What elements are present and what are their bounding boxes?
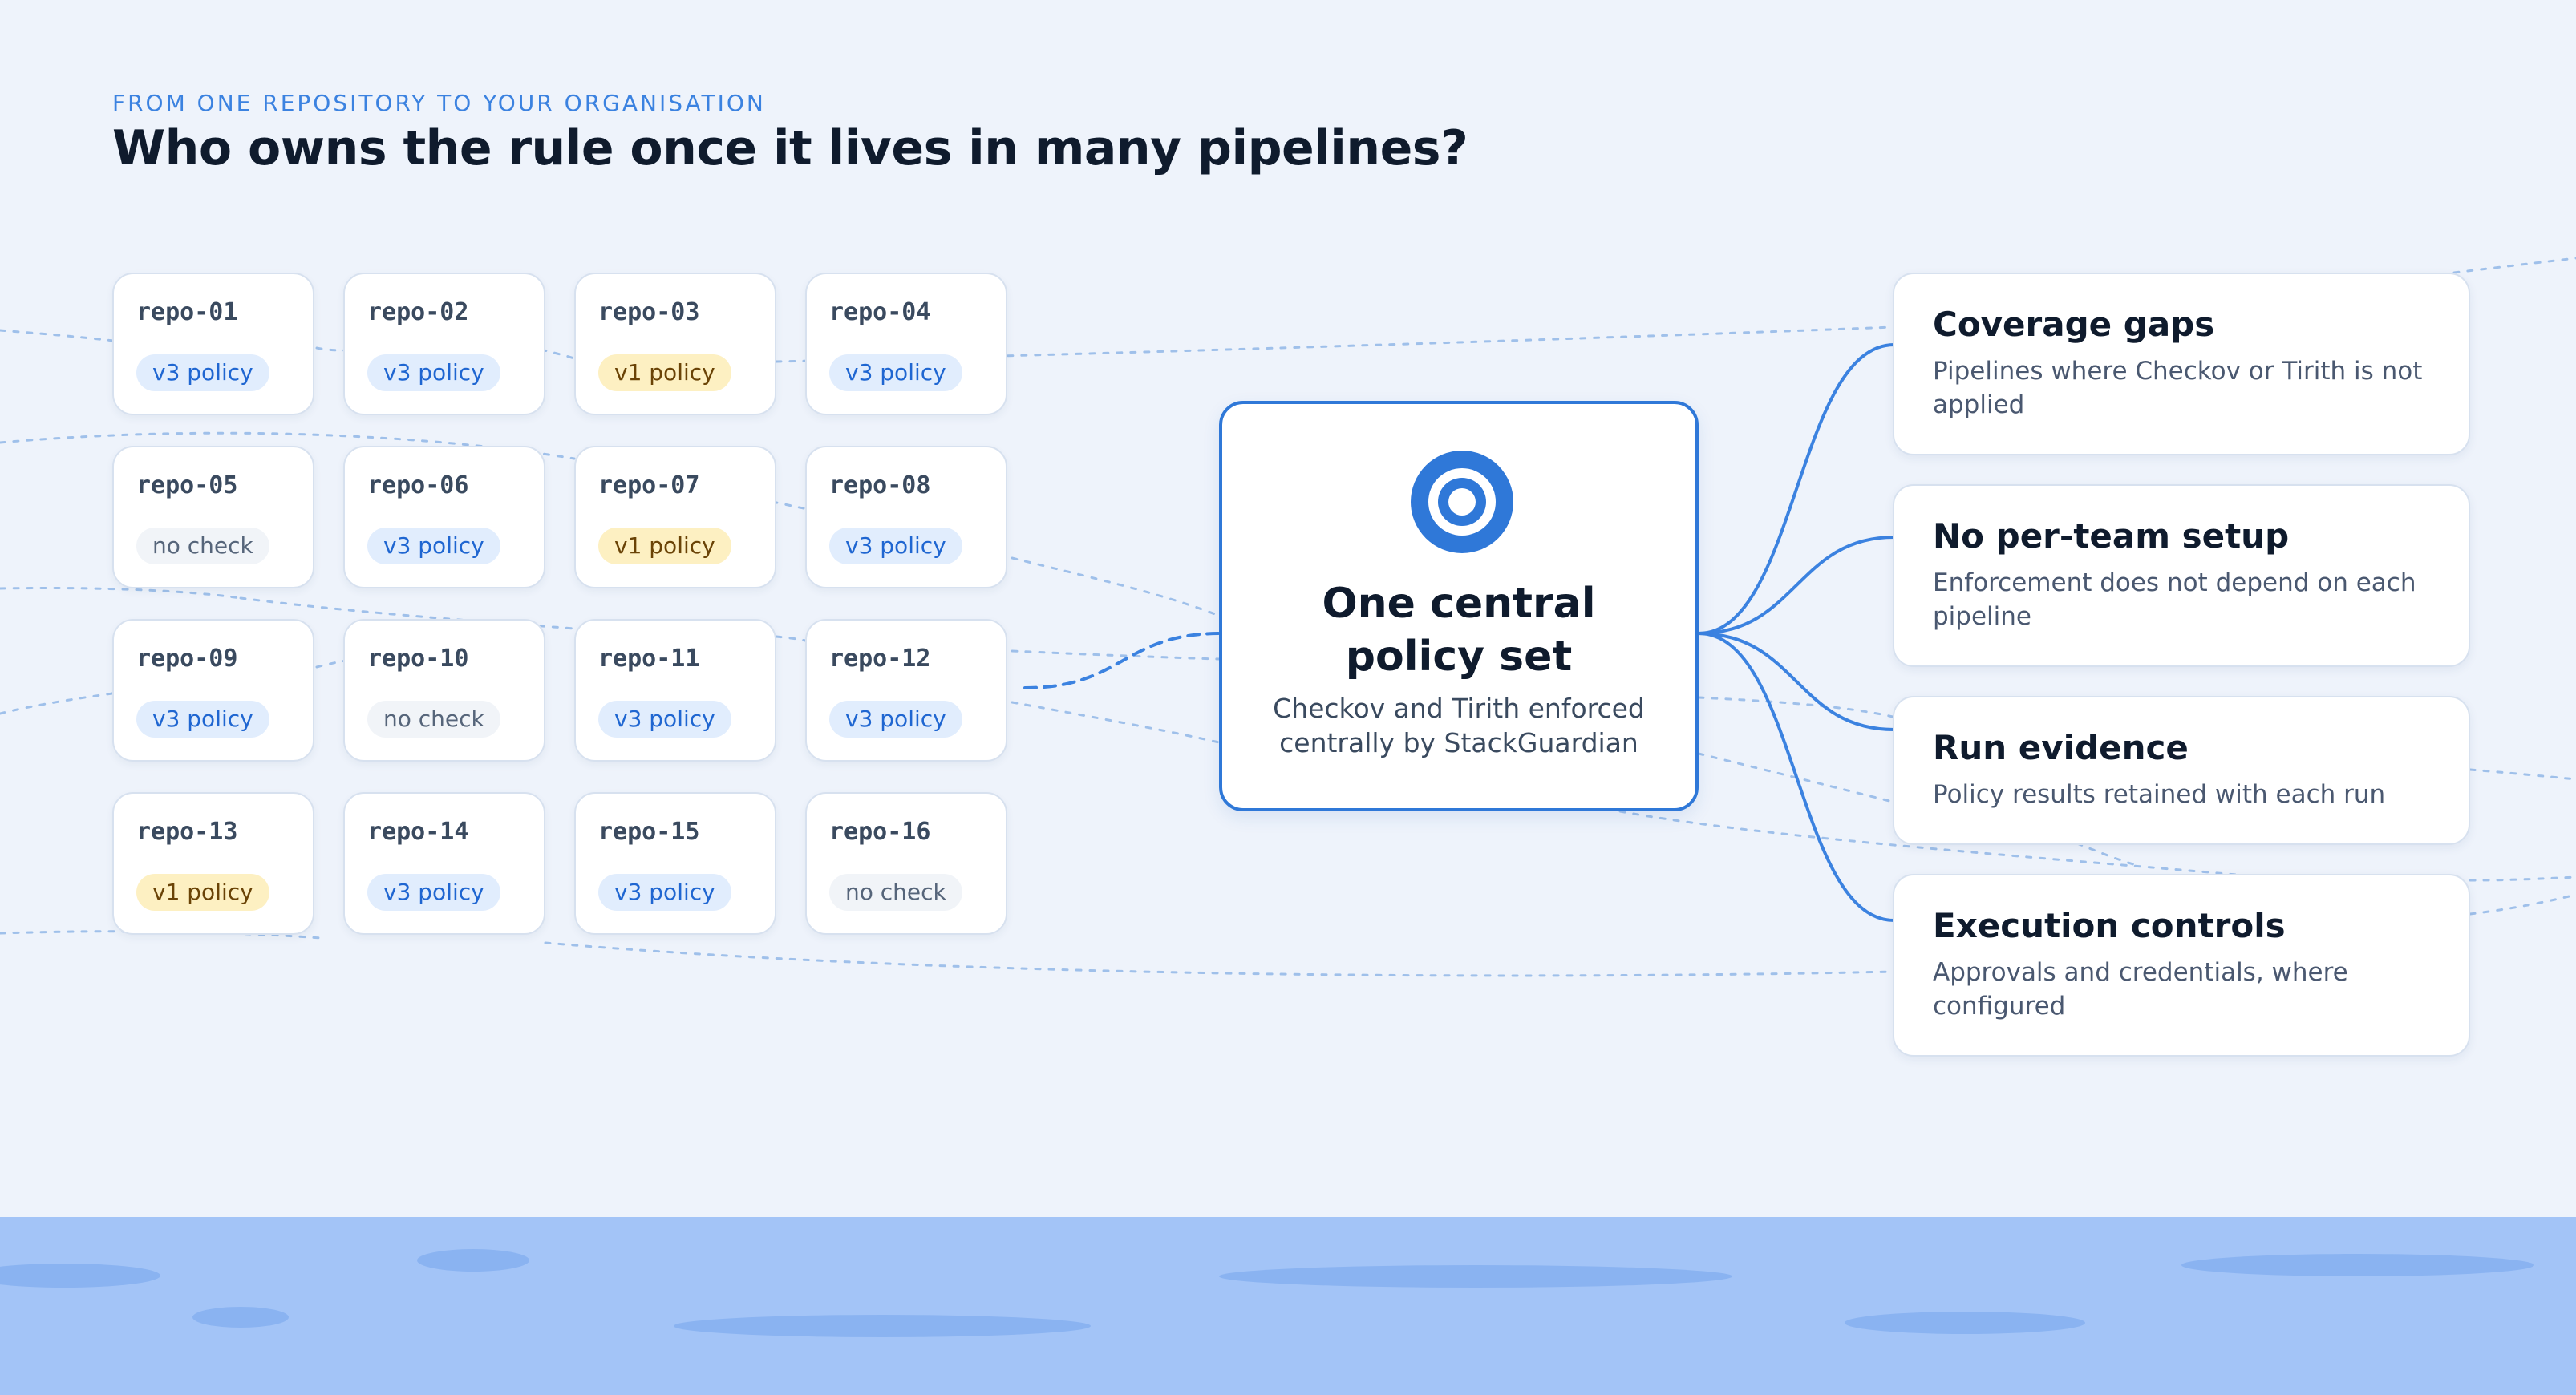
repo-name: repo-08 <box>829 471 931 499</box>
repo-card[interactable]: repo-05 no check <box>112 446 314 588</box>
policy-badge: v3 policy <box>598 701 731 738</box>
central-policy-card[interactable]: One central policy set Checkov and Tirit… <box>1219 401 1699 811</box>
puddle-shape <box>1845 1312 2085 1334</box>
repo-name: repo-13 <box>136 818 238 846</box>
repo-name: repo-02 <box>367 298 469 326</box>
puddle-shape <box>0 1264 160 1288</box>
repo-card[interactable]: repo-10 no check <box>343 619 545 762</box>
central-policy-title: One central policy set <box>1322 580 1596 681</box>
repo-name: repo-15 <box>598 818 700 846</box>
repo-card[interactable]: repo-11 v3 policy <box>574 619 776 762</box>
policy-badge: v1 policy <box>598 354 731 391</box>
puddle-shape <box>2181 1254 2534 1276</box>
repo-card[interactable]: repo-13 v1 policy <box>112 792 314 935</box>
repo-card[interactable]: repo-12 v3 policy <box>805 619 1007 762</box>
repo-card[interactable]: repo-02 v3 policy <box>343 273 545 415</box>
outcome-card-run-evidence[interactable]: Run evidence Policy results retained wit… <box>1893 696 2470 845</box>
policy-badge: v3 policy <box>829 354 962 391</box>
repo-name: repo-10 <box>367 645 469 673</box>
repo-name: repo-06 <box>367 471 469 499</box>
central-policy-subtitle: Checkov and Tirith enforced centrally by… <box>1273 693 1645 758</box>
eyebrow: FROM ONE REPOSITORY TO YOUR ORGANISATION <box>112 90 766 116</box>
policy-badge: v3 policy <box>136 701 269 738</box>
outcome-card-no-per-team-setup[interactable]: No per-team setup Enforcement does not d… <box>1893 484 2470 667</box>
repo-name: repo-11 <box>598 645 700 673</box>
puddle-shape <box>1219 1265 1732 1288</box>
water-band <box>0 1217 2576 1395</box>
policy-badge: v3 policy <box>367 528 500 564</box>
policy-badge: v3 policy <box>367 354 500 391</box>
repo-name: repo-03 <box>598 298 700 326</box>
repo-card[interactable]: repo-08 v3 policy <box>805 446 1007 588</box>
repo-name: repo-16 <box>829 818 931 846</box>
repo-card[interactable]: repo-06 v3 policy <box>343 446 545 588</box>
policy-badge: v3 policy <box>598 874 731 911</box>
outcome-title: Run evidence <box>1933 728 2189 767</box>
repo-name: repo-04 <box>829 298 931 326</box>
repo-name: repo-12 <box>829 645 931 673</box>
policy-badge: v1 policy <box>136 874 269 911</box>
policy-badge: no check <box>136 528 269 564</box>
outcome-card-execution-controls[interactable]: Execution controls Approvals and credent… <box>1893 874 2470 1057</box>
policy-badge: v1 policy <box>598 528 731 564</box>
outcome-description: Pipelines where Checkov or Tirith is not… <box>1933 357 2423 419</box>
policy-badge: no check <box>829 874 962 911</box>
outcome-title: Coverage gaps <box>1933 305 2215 344</box>
policy-badge: v3 policy <box>136 354 269 391</box>
repo-card[interactable]: repo-04 v3 policy <box>805 273 1007 415</box>
repo-name: repo-09 <box>136 645 238 673</box>
policy-badge: v3 policy <box>367 874 500 911</box>
outcome-title: Execution controls <box>1933 906 2286 945</box>
repo-name: repo-07 <box>598 471 700 499</box>
repo-card[interactable]: repo-07 v1 policy <box>574 446 776 588</box>
policy-badge: v3 policy <box>829 701 962 738</box>
outcome-title: No per-team setup <box>1933 516 2290 556</box>
puddle-shape <box>417 1249 529 1272</box>
target-icon <box>1411 451 1513 553</box>
repo-name: repo-05 <box>136 471 238 499</box>
policy-badge: no check <box>367 701 500 738</box>
outcome-description: Enforcement does not depend on each pipe… <box>1933 568 2416 631</box>
repo-card[interactable]: repo-15 v3 policy <box>574 792 776 935</box>
outcome-description: Approvals and credentials, where configu… <box>1933 958 2348 1021</box>
repo-card[interactable]: repo-09 v3 policy <box>112 619 314 762</box>
policy-badge: v3 policy <box>829 528 962 564</box>
outcome-card-coverage-gaps[interactable]: Coverage gaps Pipelines where Checkov or… <box>1893 273 2470 455</box>
puddle-shape <box>192 1307 289 1328</box>
repo-card[interactable]: repo-14 v3 policy <box>343 792 545 935</box>
repo-card[interactable]: repo-01 v3 policy <box>112 273 314 415</box>
page-title: Who owns the rule once it lives in many … <box>112 120 1468 176</box>
repo-card[interactable]: repo-16 no check <box>805 792 1007 935</box>
outcome-description: Policy results retained with each run <box>1933 780 2386 809</box>
repo-name: repo-01 <box>136 298 238 326</box>
puddle-shape <box>674 1315 1091 1337</box>
repo-card[interactable]: repo-03 v1 policy <box>574 273 776 415</box>
repo-name: repo-14 <box>367 818 469 846</box>
